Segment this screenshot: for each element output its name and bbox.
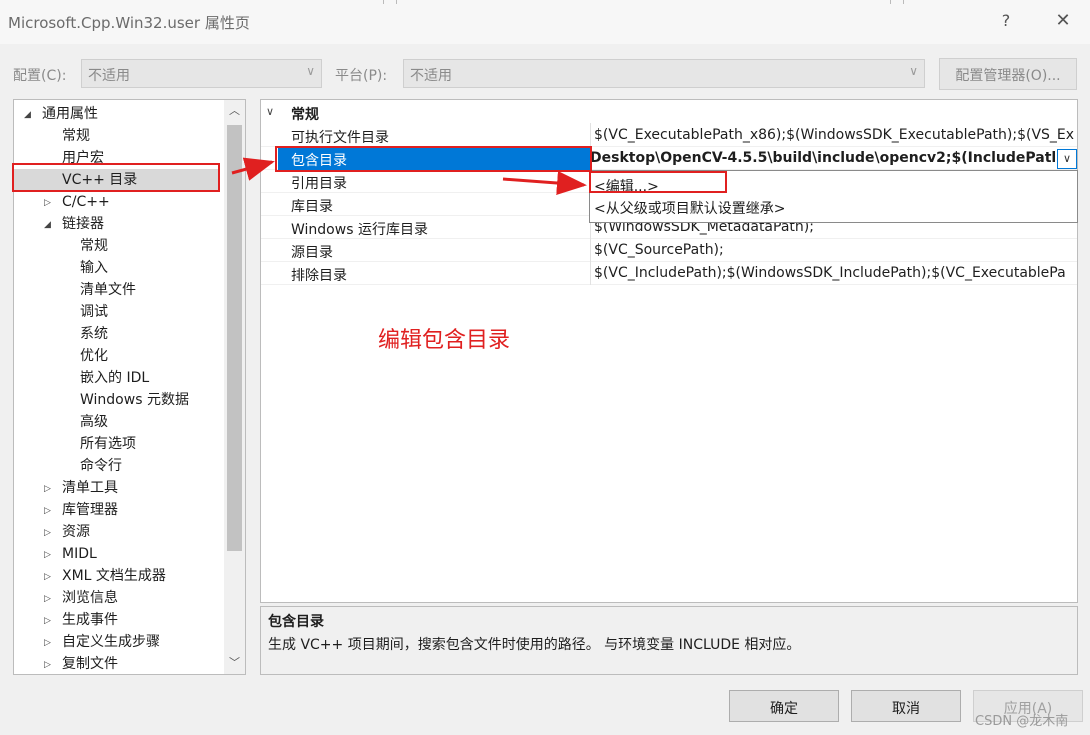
annotation-text: 编辑包含目录 — [378, 328, 511, 353]
annotation-arrow-2 — [502, 171, 587, 195]
annotation-arrows — [231, 157, 587, 195]
annotation-arrow-1 — [231, 157, 275, 181]
watermark: CSDN @龙木南 — [975, 714, 1069, 729]
